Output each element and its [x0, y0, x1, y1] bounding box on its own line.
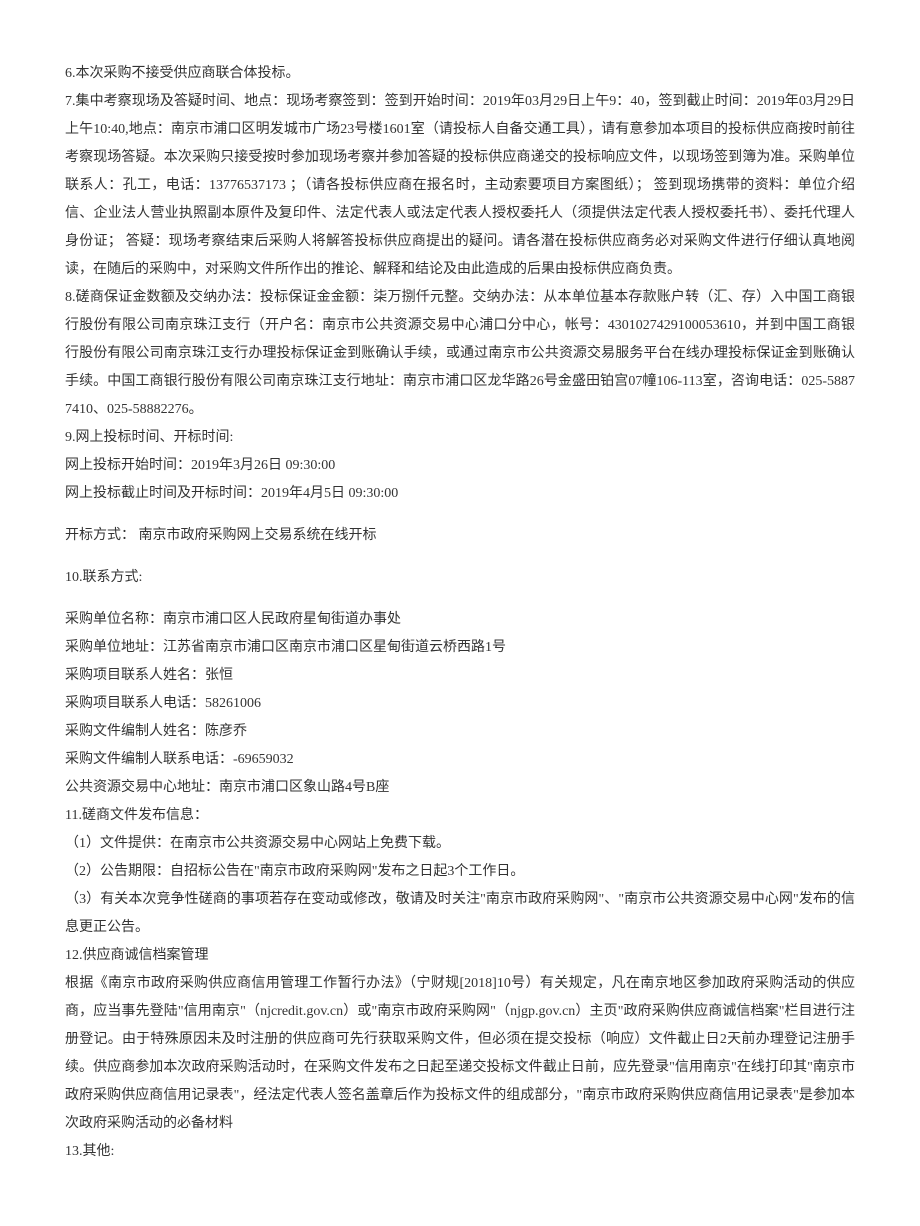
paragraph-11-3: （3）有关本次竞争性磋商的事项若存在变动或修改，敬请及时关注"南京市政府采购网"…	[65, 886, 855, 942]
contact-phone: 采购项目联系人电话：58261006	[65, 690, 855, 718]
paragraph-11-2: （2）公告期限：自招标公告在"南京市政府采购网"发布之日起3个工作日。	[65, 858, 855, 886]
contact-unit-name: 采购单位名称：南京市浦口区人民政府星甸街道办事处	[65, 606, 855, 634]
paragraph-9-start: 网上投标开始时间：2019年3月26日 09:30:00	[65, 452, 855, 480]
editor-phone: 采购文件编制人联系电话：-69659032	[65, 746, 855, 774]
paragraph-method: 开标方式： 南京市政府采购网上交易系统在线开标	[65, 522, 855, 550]
contact-unit-addr: 采购单位地址：江苏省南京市浦口区南京市浦口区星甸街道云桥西路1号	[65, 634, 855, 662]
paragraph-9-title: 9.网上投标时间、开标时间:	[65, 424, 855, 452]
paragraph-12-body: 根据《南京市政府采购供应商信用管理工作暂行办法》（宁财规[2018]10号）有关…	[65, 970, 855, 1138]
paragraph-11-1: （1）文件提供：在南京市公共资源交易中心网站上免费下载。	[65, 830, 855, 858]
paragraph-13: 13.其他:	[65, 1138, 855, 1166]
paragraph-8: 8.磋商保证金数额及交纳办法：投标保证金金额：柒万捌仟元整。交纳办法：从本单位基…	[65, 284, 855, 424]
editor-name: 采购文件编制人姓名：陈彦乔	[65, 718, 855, 746]
paragraph-6: 6.本次采购不接受供应商联合体投标。	[65, 60, 855, 88]
paragraph-7: 7.集中考察现场及答疑时间、地点：现场考察签到：签到开始时间：2019年03月2…	[65, 88, 855, 284]
paragraph-11-title: 11.磋商文件发布信息：	[65, 802, 855, 830]
paragraph-12-title: 12.供应商诚信档案管理	[65, 942, 855, 970]
contact-name: 采购项目联系人姓名：张恒	[65, 662, 855, 690]
paragraph-9-end: 网上投标截止时间及开标时间：2019年4月5日 09:30:00	[65, 480, 855, 508]
center-addr: 公共资源交易中心地址：南京市浦口区象山路4号B座	[65, 774, 855, 802]
paragraph-10-title: 10.联系方式:	[65, 564, 855, 592]
